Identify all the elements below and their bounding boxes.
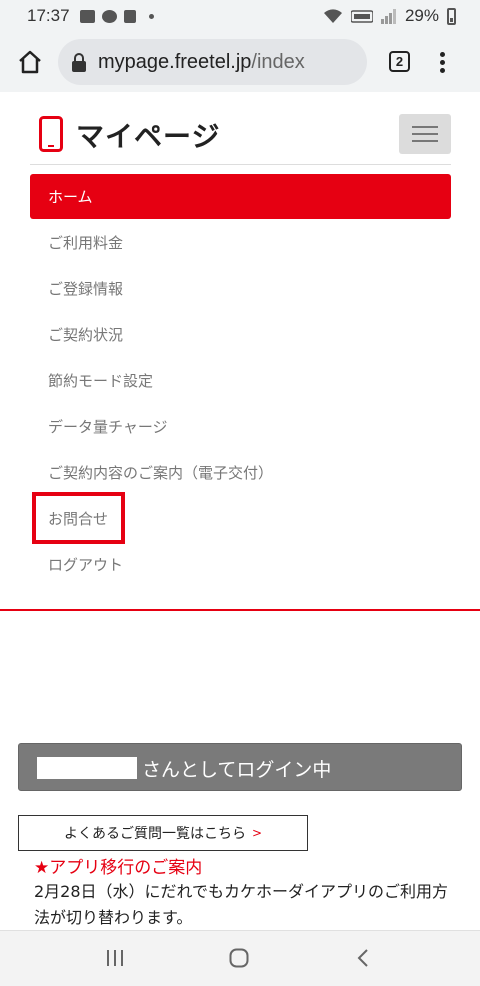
- menu-item-home[interactable]: ホーム: [30, 174, 451, 219]
- address-bar[interactable]: mypage.freetel.jp/index: [58, 39, 367, 85]
- wifi-icon: [323, 8, 342, 23]
- menu-item-saving-mode[interactable]: 節約モード設定: [30, 357, 451, 403]
- url-path: /index: [251, 50, 305, 73]
- battery-icon: [447, 7, 456, 25]
- browser-toolbar: mypage.freetel.jp/index 2: [0, 32, 480, 92]
- hamburger-menu-button[interactable]: [399, 114, 451, 154]
- home-icon[interactable]: [16, 48, 44, 76]
- more-options-icon[interactable]: [438, 50, 446, 74]
- volte-icon: [350, 9, 373, 23]
- menu-item-logout[interactable]: ログアウト: [30, 541, 451, 587]
- redacted-username: [37, 757, 137, 779]
- status-time: 17:37: [27, 6, 70, 25]
- url-text: mypage.freetel.jp/index: [98, 51, 305, 74]
- line-icon: [101, 9, 117, 23]
- url-host: mypage.freetel.jp: [98, 50, 252, 73]
- home-nav-icon[interactable]: [229, 948, 249, 968]
- menu-item-contract-details[interactable]: ご契約内容のご案内（電子交付）: [30, 449, 451, 495]
- notification-icon: [123, 9, 136, 23]
- menu-item-contract-status[interactable]: ご契約状況: [30, 311, 451, 357]
- status-bar: 17:37 29%: [0, 0, 480, 32]
- menu-item-registration-info[interactable]: ご登録情報: [30, 265, 451, 311]
- faq-label: よくあるご質問一覧はこちら: [63, 826, 246, 842]
- faq-link-button[interactable]: よくあるご質問一覧はこちら >: [18, 815, 308, 851]
- recent-apps-icon[interactable]: [105, 949, 125, 967]
- section-divider: [0, 609, 480, 611]
- chevron-right-icon: >: [251, 826, 263, 840]
- lock-icon: [72, 53, 86, 72]
- system-navigation-bar: [0, 930, 480, 986]
- menu-item-usage-fees[interactable]: ご利用料金: [30, 219, 451, 265]
- status-notification-icons: [79, 9, 154, 23]
- page-title: マイページ: [76, 120, 221, 153]
- login-status-text: さんとしてログイン中: [142, 759, 332, 781]
- tab-switcher-button[interactable]: 2: [389, 51, 410, 72]
- back-icon[interactable]: [355, 948, 371, 968]
- notice-body: 2月28日（水）にだれでもカケホーダイアプリのご利用方法が切り替わります。: [34, 882, 449, 927]
- signal-icon: [380, 8, 396, 24]
- battery-percent: 29%: [404, 6, 439, 25]
- highlight-annotation-box: [32, 492, 125, 544]
- more-notifications-icon: [148, 13, 154, 19]
- gallery-icon: [79, 9, 95, 23]
- menu-item-data-charge[interactable]: データ量チャージ: [30, 403, 451, 449]
- status-right: 29%: [323, 0, 456, 32]
- notice-title: ★アプリ移行のご案内: [34, 858, 203, 878]
- site-header: マイページ: [30, 104, 451, 165]
- login-status-bar: さんとしてログイン中: [18, 743, 462, 791]
- phone-logo-icon: [39, 116, 63, 152]
